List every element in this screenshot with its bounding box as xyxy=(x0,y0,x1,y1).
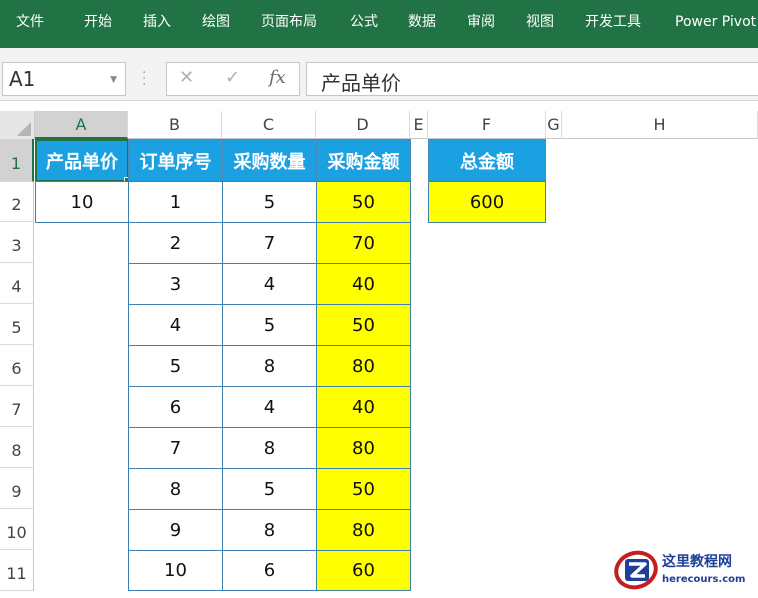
row-header-11[interactable]: 11 xyxy=(0,550,34,591)
cell-b2[interactable]: 1 xyxy=(128,181,223,223)
cell-d4[interactable]: 40 xyxy=(316,263,411,305)
tab-power-pivot[interactable]: Power Pivot xyxy=(675,0,756,44)
formula-content: 产品单价 xyxy=(321,71,401,95)
tab-view[interactable]: 视图 xyxy=(526,0,554,44)
cell-b6[interactable]: 5 xyxy=(128,345,223,387)
column-header-b[interactable]: B xyxy=(128,111,222,139)
row-header-2[interactable]: 2 xyxy=(0,182,34,222)
site-watermark-logo: 这里教程网 herecours.com xyxy=(612,546,758,591)
cell-c1[interactable]: 采购数量 xyxy=(222,139,317,182)
cell-c8[interactable]: 8 xyxy=(222,427,317,469)
row-header-5[interactable]: 5 xyxy=(0,304,34,345)
watermark-url: herecours.com xyxy=(662,574,745,585)
cell-b7[interactable]: 6 xyxy=(128,386,223,428)
row-header-9[interactable]: 9 xyxy=(0,468,34,509)
cell-f1[interactable]: 总金额 xyxy=(428,139,546,182)
ribbon-tab-bar: 文件 开始 插入 绘图 页面布局 公式 数据 审阅 视图 开发工具 Power … xyxy=(0,0,758,48)
name-box[interactable]: A1 ▼ xyxy=(2,62,126,96)
cell-d10[interactable]: 80 xyxy=(316,509,411,551)
insert-function-icon[interactable]: fx xyxy=(269,67,286,88)
row-header-3[interactable]: 3 xyxy=(0,222,34,263)
cell-b4[interactable]: 3 xyxy=(128,263,223,305)
cell-a2[interactable]: 10 xyxy=(35,181,129,223)
row-header-10[interactable]: 10 xyxy=(0,509,34,550)
cell-d3[interactable]: 70 xyxy=(316,222,411,264)
cell-b8[interactable]: 7 xyxy=(128,427,223,469)
row-header-7[interactable]: 7 xyxy=(0,386,34,427)
cell-c10[interactable]: 8 xyxy=(222,509,317,551)
tab-data[interactable]: 数据 xyxy=(408,0,436,44)
tab-insert[interactable]: 插入 xyxy=(143,0,171,44)
cell-d1[interactable]: 采购金额 xyxy=(316,139,411,182)
cell-b5[interactable]: 4 xyxy=(128,304,223,346)
formula-bar: A1 ▼ · · · ✕ ✓ fx 产品单价 xyxy=(0,62,758,101)
cell-a1[interactable]: 产品单价 xyxy=(35,139,129,182)
row-header-4[interactable]: 4 xyxy=(0,263,34,304)
watermark-svg: 这里教程网 herecours.com xyxy=(614,550,745,590)
column-header-e[interactable]: E xyxy=(410,111,428,139)
tab-file[interactable]: 文件 xyxy=(16,0,44,44)
drag-handle-icon[interactable]: · · · xyxy=(142,66,146,92)
cell-c3[interactable]: 7 xyxy=(222,222,317,264)
cell-d5[interactable]: 50 xyxy=(316,304,411,346)
cell-c7[interactable]: 4 xyxy=(222,386,317,428)
formula-buttons: ✕ ✓ fx xyxy=(166,62,300,96)
cell-d6[interactable]: 80 xyxy=(316,345,411,387)
cell-f2[interactable]: 600 xyxy=(428,181,546,223)
cell-c5[interactable]: 5 xyxy=(222,304,317,346)
formula-input[interactable]: 产品单价 xyxy=(306,62,758,96)
worksheet-grid[interactable]: A B C D E F G H 1 2 3 4 5 6 7 8 9 10 11 … xyxy=(0,101,758,591)
tab-review[interactable]: 审阅 xyxy=(467,0,495,44)
cell-d11[interactable]: 60 xyxy=(316,550,411,591)
cell-b9[interactable]: 8 xyxy=(128,468,223,510)
chevron-down-icon[interactable]: ▼ xyxy=(110,75,117,85)
column-header-g[interactable]: G xyxy=(546,111,562,139)
column-header-h[interactable]: H xyxy=(562,111,758,139)
tab-page-layout[interactable]: 页面布局 xyxy=(261,0,317,44)
cell-d9[interactable]: 50 xyxy=(316,468,411,510)
ribbon-collapsed-area xyxy=(0,48,758,62)
select-all-button[interactable] xyxy=(0,111,35,140)
cell-c11[interactable]: 6 xyxy=(222,550,317,591)
cell-d2[interactable]: 50 xyxy=(316,181,411,223)
watermark-title: 这里教程网 xyxy=(662,553,732,570)
cell-c2[interactable]: 5 xyxy=(222,181,317,223)
row-header-1[interactable]: 1 xyxy=(0,139,34,182)
cell-b10[interactable]: 9 xyxy=(128,509,223,551)
cell-c4[interactable]: 4 xyxy=(222,263,317,305)
column-header-d[interactable]: D xyxy=(316,111,410,139)
cell-d8[interactable]: 80 xyxy=(316,427,411,469)
column-header-c[interactable]: C xyxy=(222,111,316,139)
enter-icon[interactable]: ✓ xyxy=(225,67,240,88)
cell-b3[interactable]: 2 xyxy=(128,222,223,264)
column-header-f[interactable]: F xyxy=(428,111,546,139)
tab-formulas[interactable]: 公式 xyxy=(350,0,378,44)
cell-d7[interactable]: 40 xyxy=(316,386,411,428)
cancel-icon[interactable]: ✕ xyxy=(179,67,194,88)
select-all-triangle-icon xyxy=(17,122,31,136)
row-header-6[interactable]: 6 xyxy=(0,345,34,386)
column-header-a[interactable]: A xyxy=(35,111,128,139)
name-box-value: A1 xyxy=(9,67,36,91)
cell-c9[interactable]: 5 xyxy=(222,468,317,510)
cell-b11[interactable]: 10 xyxy=(128,550,223,591)
tab-draw[interactable]: 绘图 xyxy=(202,0,230,44)
tab-developer[interactable]: 开发工具 xyxy=(585,0,641,44)
cell-c6[interactable]: 8 xyxy=(222,345,317,387)
tab-home[interactable]: 开始 xyxy=(84,0,112,44)
row-header-8[interactable]: 8 xyxy=(0,427,34,468)
cell-b1[interactable]: 订单序号 xyxy=(128,139,223,182)
